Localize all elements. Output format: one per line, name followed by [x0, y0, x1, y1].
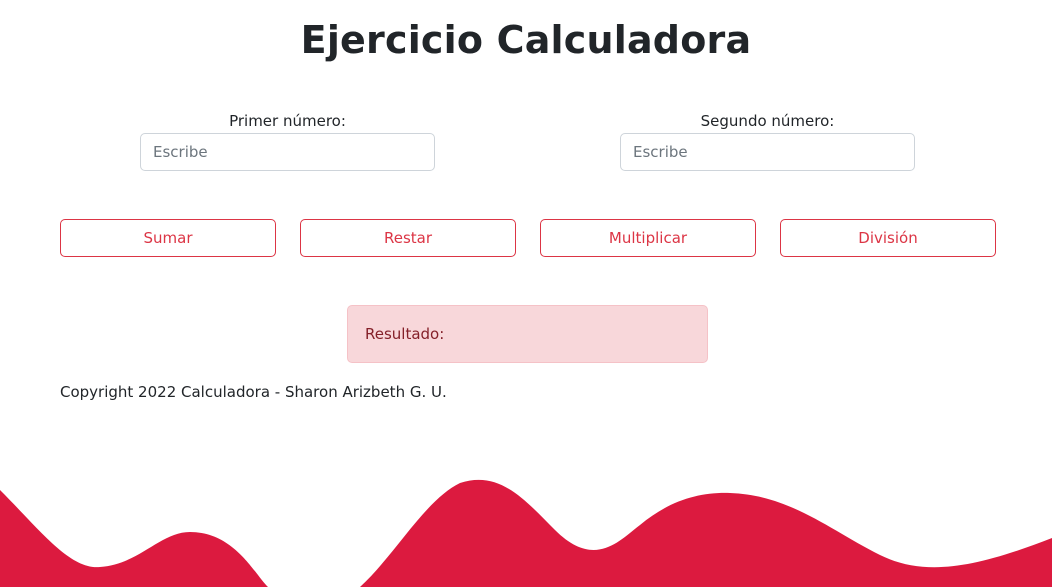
first-number-input[interactable]: [140, 133, 435, 171]
divide-button[interactable]: División: [780, 219, 996, 257]
result-label: Resultado:: [365, 325, 445, 343]
first-number-group: Primer número:: [140, 111, 435, 171]
subtract-button[interactable]: Restar: [300, 219, 516, 257]
copyright-footer: Copyright 2022 Calculadora - Sharon Ariz…: [60, 383, 447, 401]
multiply-button[interactable]: Multiplicar: [540, 219, 756, 257]
second-number-input[interactable]: [620, 133, 915, 171]
result-alert: Resultado:: [347, 305, 708, 363]
decorative-wave: [0, 479, 1052, 587]
first-number-label: Primer número:: [229, 112, 346, 130]
second-number-group: Segundo número:: [620, 111, 915, 171]
sum-button[interactable]: Sumar: [60, 219, 276, 257]
second-number-label: Segundo número:: [700, 112, 835, 130]
page-title: Ejercicio Calculadora: [300, 18, 752, 62]
